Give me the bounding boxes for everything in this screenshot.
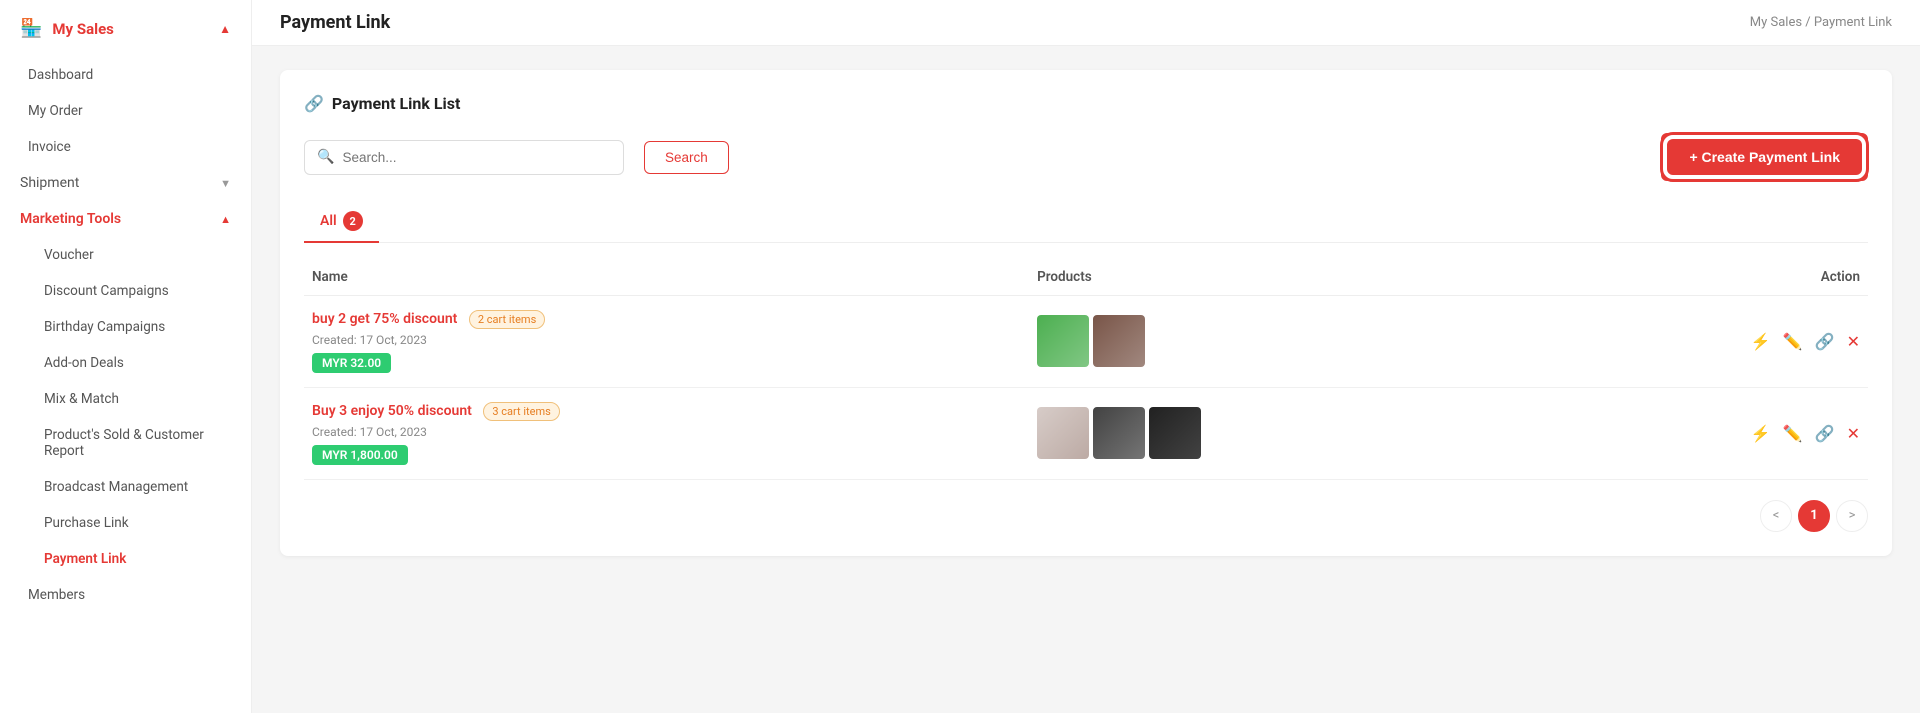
row2-delete-button[interactable]: ✕ xyxy=(1847,424,1860,443)
search-input[interactable] xyxy=(334,141,611,174)
row2-link-button[interactable]: 🔗 xyxy=(1815,424,1835,443)
shipment-arrow: ▼ xyxy=(220,177,231,190)
col-name: Name xyxy=(304,259,1029,296)
topbar: Payment Link My Sales / Payment Link xyxy=(252,0,1920,46)
sidebar-item-shipment[interactable]: Shipment ▼ xyxy=(0,165,251,201)
shipment-label: Shipment xyxy=(20,175,79,191)
sidebar-item-mix-match[interactable]: Mix & Match xyxy=(8,381,251,417)
row2-products-cell xyxy=(1029,387,1524,479)
sidebar-item-discount-campaigns[interactable]: Discount Campaigns xyxy=(8,273,251,309)
search-box: 🔍 xyxy=(304,140,624,175)
row1-created: Created: 17 Oct, 2023 xyxy=(312,333,1021,347)
main-content: Payment Link My Sales / Payment Link 🔗 P… xyxy=(252,0,1920,713)
row1-product-images xyxy=(1037,315,1516,367)
row1-product-img-1 xyxy=(1037,315,1089,367)
brand-title: My Sales xyxy=(52,20,113,38)
row2-created: Created: 17 Oct, 2023 xyxy=(312,425,1021,439)
pagination: < 1 > xyxy=(304,500,1868,532)
search-button[interactable]: Search xyxy=(644,141,729,174)
row2-badge: 3 cart items xyxy=(483,402,559,421)
row1-edit-button[interactable]: ✏️ xyxy=(1783,332,1803,351)
row1-price: MYR 32.00 xyxy=(312,353,391,373)
tab-all-label: All xyxy=(320,213,337,229)
create-button-wrapper: + Create Payment Link xyxy=(1661,133,1868,181)
row2-product-img-1 xyxy=(1037,407,1089,459)
row1-name: buy 2 get 75% discount xyxy=(312,311,457,327)
sidebar-item-invoice[interactable]: Invoice xyxy=(0,129,251,165)
row2-product-images xyxy=(1037,407,1516,459)
sidebar-item-members[interactable]: Members xyxy=(0,577,251,613)
marketing-tools-arrow: ▲ xyxy=(220,213,231,226)
row1-actions: ⚡ ✏️ 🔗 ✕ xyxy=(1532,332,1860,351)
search-icon: 🔍 xyxy=(317,149,334,165)
brand-icon: 🏪 xyxy=(20,18,42,39)
row1-product-img-2 xyxy=(1093,315,1145,367)
brand-arrow: ▲ xyxy=(219,22,231,36)
payment-link-table: Name Products Action buy 2 get 75% disco… xyxy=(304,259,1868,480)
breadcrumb: My Sales / Payment Link xyxy=(1750,15,1892,30)
row2-name-cell: Buy 3 enjoy 50% discount 3 cart items Cr… xyxy=(304,387,1029,479)
card-header-title: Payment Link List xyxy=(332,94,461,113)
sidebar-item-add-on-deals[interactable]: Add-on Deals xyxy=(8,345,251,381)
row2-name: Buy 3 enjoy 50% discount xyxy=(312,403,472,419)
payment-link-card: 🔗 Payment Link List 🔍 Search + Create Pa… xyxy=(280,70,1892,556)
pagination-page-1[interactable]: 1 xyxy=(1798,500,1830,532)
sidebar-brand[interactable]: 🏪 My Sales ▲ xyxy=(0,0,251,57)
col-action: Action xyxy=(1524,259,1868,296)
row2-edit-button[interactable]: ✏️ xyxy=(1783,424,1803,443)
tab-all[interactable]: All 2 xyxy=(304,201,379,243)
table-row: buy 2 get 75% discount 2 cart items Crea… xyxy=(304,295,1868,387)
row1-name-cell: buy 2 get 75% discount 2 cart items Crea… xyxy=(304,295,1029,387)
page-title: Payment Link xyxy=(280,12,390,33)
tabs: All 2 xyxy=(304,201,1868,243)
marketing-tools-label: Marketing Tools xyxy=(20,211,121,227)
sidebar-item-birthday-campaigns[interactable]: Birthday Campaigns xyxy=(8,309,251,345)
sidebar-item-payment-link[interactable]: Payment Link xyxy=(8,541,251,577)
sidebar-item-purchase-link[interactable]: Purchase Link xyxy=(8,505,251,541)
col-products: Products xyxy=(1029,259,1524,296)
row2-actions: ⚡ ✏️ 🔗 ✕ xyxy=(1532,424,1860,443)
tab-all-badge: 2 xyxy=(343,211,363,231)
sidebar-item-voucher[interactable]: Voucher xyxy=(8,237,251,273)
sidebar-item-marketing-tools[interactable]: Marketing Tools ▲ xyxy=(0,201,251,237)
pagination-next[interactable]: > xyxy=(1836,500,1868,532)
row2-price: MYR 1,800.00 xyxy=(312,445,408,465)
sidebar-item-dashboard[interactable]: Dashboard xyxy=(0,57,251,93)
row1-link-button[interactable]: 🔗 xyxy=(1815,332,1835,351)
row2-product-img-3 xyxy=(1149,407,1201,459)
row2-product-img-2 xyxy=(1093,407,1145,459)
card-header: 🔗 Payment Link List xyxy=(304,94,1868,113)
sidebar-item-broadcast-management[interactable]: Broadcast Management xyxy=(8,469,251,505)
sidebar-item-my-order[interactable]: My Order xyxy=(0,93,251,129)
sidebar-sub-marketing: Voucher Discount Campaigns Birthday Camp… xyxy=(0,237,251,577)
row1-action-cell: ⚡ ✏️ 🔗 ✕ xyxy=(1524,295,1868,387)
content-area: 🔗 Payment Link List 🔍 Search + Create Pa… xyxy=(252,46,1920,713)
row2-action-cell: ⚡ ✏️ 🔗 ✕ xyxy=(1524,387,1868,479)
table-row: Buy 3 enjoy 50% discount 3 cart items Cr… xyxy=(304,387,1868,479)
sidebar-item-products-sold[interactable]: Product's Sold & Customer Report xyxy=(8,417,251,469)
toolbar: 🔍 Search + Create Payment Link xyxy=(304,133,1868,181)
row1-delete-button[interactable]: ✕ xyxy=(1847,332,1860,351)
row1-products-cell xyxy=(1029,295,1524,387)
pagination-prev[interactable]: < xyxy=(1760,500,1792,532)
row1-flash-button[interactable]: ⚡ xyxy=(1751,332,1771,351)
row1-badge: 2 cart items xyxy=(469,310,545,329)
create-payment-link-button[interactable]: + Create Payment Link xyxy=(1667,139,1862,175)
row2-flash-button[interactable]: ⚡ xyxy=(1751,424,1771,443)
card-header-icon: 🔗 xyxy=(304,94,324,113)
sidebar: 🏪 My Sales ▲ Dashboard My Order Invoice … xyxy=(0,0,252,713)
